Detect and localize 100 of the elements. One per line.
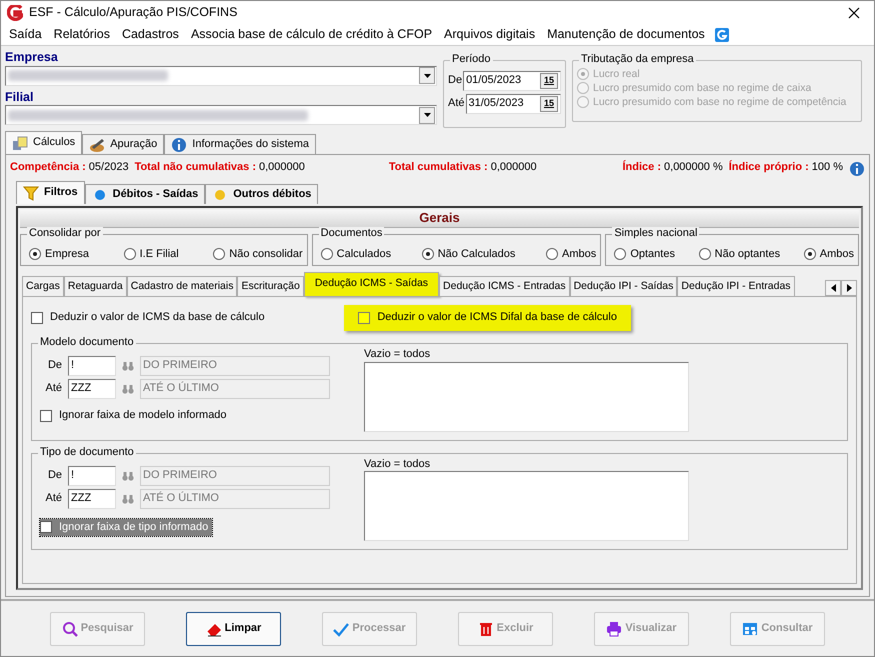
menu-item[interactable]: Associa base de cálculo de crédito à CFOP <box>184 27 438 43</box>
summary-label: Competência : <box>10 161 86 175</box>
binoculars-icon <box>122 494 134 504</box>
checkbox-option[interactable]: Ignorar faixa de tipo informado <box>40 518 212 536</box>
summary-label: Índice próprio : <box>728 161 809 175</box>
date-field[interactable]: 31/05/2023 15 <box>466 94 561 114</box>
date-field[interactable]: 01/05/2023 15 <box>463 71 561 91</box>
tab[interactable]: Escrituração <box>237 276 304 296</box>
binoculars-icon <box>122 470 134 480</box>
radio-option[interactable]: Ambos <box>804 247 854 261</box>
calendar-button[interactable]: 15 <box>540 73 558 89</box>
code-field[interactable]: ZZZ <box>68 488 116 508</box>
menu-item[interactable]: Arquivos digitais <box>438 27 542 43</box>
trash-icon <box>478 620 494 636</box>
description-field: DO PRIMEIRO <box>140 356 330 376</box>
group-label: Consolidar por <box>27 227 103 241</box>
list-label: Vazio = todos <box>364 348 432 362</box>
dropdown-icon <box>424 74 430 78</box>
description-field: ATÉ O ÚLTIMO <box>140 488 330 508</box>
pen-icon <box>89 136 106 152</box>
radio-option[interactable]: Não optantes <box>698 247 780 261</box>
date-value: 01/05/2023 <box>466 74 522 88</box>
menu-item[interactable]: Manutenção de documentos <box>541 27 711 43</box>
field-label: Filial <box>5 90 34 106</box>
radio-option: Lucro presumido com base no regime de competência <box>577 95 846 109</box>
info-icon <box>849 161 865 177</box>
field-label: De <box>448 74 462 88</box>
binoculars-icon <box>122 360 134 371</box>
summary-value: 0,000000 % <box>664 161 723 175</box>
scroll-right-button[interactable] <box>841 280 857 296</box>
tab[interactable]: Outros débitos <box>205 184 318 204</box>
combo-box[interactable] <box>5 66 437 86</box>
binoculars-icon <box>122 384 134 394</box>
summary-label: Índice : <box>622 161 662 175</box>
check-icon <box>333 620 350 636</box>
group-label: Simples nacional <box>612 227 700 241</box>
section-header: Gerais <box>20 210 859 228</box>
radio-option: Lucro real <box>577 67 640 81</box>
action-button[interactable]: Limpar <box>186 612 281 646</box>
tab[interactable]: Cálculos <box>5 131 82 154</box>
tab[interactable]: Dedução ICMS - Saídas <box>304 272 440 296</box>
description-field: DO PRIMEIRO <box>140 466 330 486</box>
tab[interactable]: Dedução ICMS - Entradas <box>439 276 570 296</box>
radio-option[interactable]: Optantes <box>614 247 675 261</box>
radio-option: Lucro presumido com base no regime de caixa <box>577 81 812 95</box>
dropdown-icon <box>424 113 430 118</box>
tab[interactable]: Informações do sistema <box>164 134 316 154</box>
field-label: Até <box>448 97 465 111</box>
checkbox-option[interactable]: Deduzir o valor de ICMS da base de cálculo <box>31 311 265 325</box>
tab[interactable]: Cargas <box>22 276 64 296</box>
radio-option[interactable]: I.E Filial <box>124 247 179 261</box>
table-icon <box>742 620 758 636</box>
scroll-left-button[interactable] <box>825 280 841 296</box>
checkbox-option[interactable]: Ignorar faixa de modelo informado <box>40 408 227 422</box>
code-field[interactable]: ! <box>68 466 116 486</box>
list-label: Vazio = todos <box>364 458 432 472</box>
right-arrow-icon <box>846 284 852 292</box>
combo-box[interactable] <box>5 105 437 126</box>
field-label: Até <box>44 492 62 506</box>
tab[interactable]: Filtros <box>16 181 85 204</box>
summary-value: 100 % <box>812 161 843 175</box>
radio-option[interactable]: Empresa <box>29 247 90 261</box>
tab[interactable]: Retaguarda <box>64 276 127 296</box>
radio-option[interactable]: Ambos <box>546 247 596 261</box>
tab[interactable]: Dedução IPI - Saídas <box>570 276 678 296</box>
tab[interactable]: Apuração <box>82 134 164 154</box>
summary-value: 0,000000 <box>259 161 305 175</box>
summary-value: 0,000000 <box>490 161 537 175</box>
code-field[interactable]: ZZZ <box>68 378 116 399</box>
menu-item[interactable]: Saída <box>3 27 48 43</box>
group-label: Tipo de documento <box>38 446 136 460</box>
date-value: 31/05/2023 <box>468 97 524 111</box>
radio-option[interactable]: Não Calculados <box>422 247 516 261</box>
field-label: De <box>46 358 62 373</box>
calendar-button[interactable]: 15 <box>540 96 558 112</box>
menu-item[interactable]: Relatórios <box>48 27 116 43</box>
summary-label: Total não cumulativas : <box>134 161 256 175</box>
tab[interactable]: Dedução IPI - Entradas <box>677 276 795 296</box>
tab[interactable]: Débitos - Saídas <box>84 184 206 204</box>
field-label: Empresa <box>5 50 59 66</box>
field-label: Até <box>44 382 62 396</box>
summary-label: Total cumulativas : <box>388 161 488 175</box>
checkbox-option[interactable]: Deduzir o valor de ICMS Difal da base de cálculo <box>344 305 631 331</box>
search-icon <box>62 620 78 636</box>
code-field[interactable]: ! <box>68 356 116 376</box>
summary-value: 05/2023 <box>88 161 129 175</box>
description-field: ATÉ O ÚLTIMO <box>140 378 330 399</box>
menu-item[interactable]: Cadastros <box>116 27 185 43</box>
close-icon[interactable] <box>848 7 860 19</box>
printer-icon <box>606 620 622 636</box>
left-arrow-icon <box>830 284 836 292</box>
tab[interactable]: Cadastro de materiais <box>126 276 238 296</box>
radio-option[interactable]: Calculados <box>320 247 392 261</box>
app-icon[interactable] <box>714 28 729 42</box>
field-label: De <box>46 468 62 482</box>
calculator-icon <box>12 135 28 151</box>
funnel-icon <box>23 185 39 201</box>
radio-option[interactable]: Não consolidar <box>213 247 303 261</box>
group-label: Tributação da empresa <box>579 53 696 67</box>
window-title: ESF - Cálculo/Apuração PIS/COFINS <box>29 5 238 21</box>
